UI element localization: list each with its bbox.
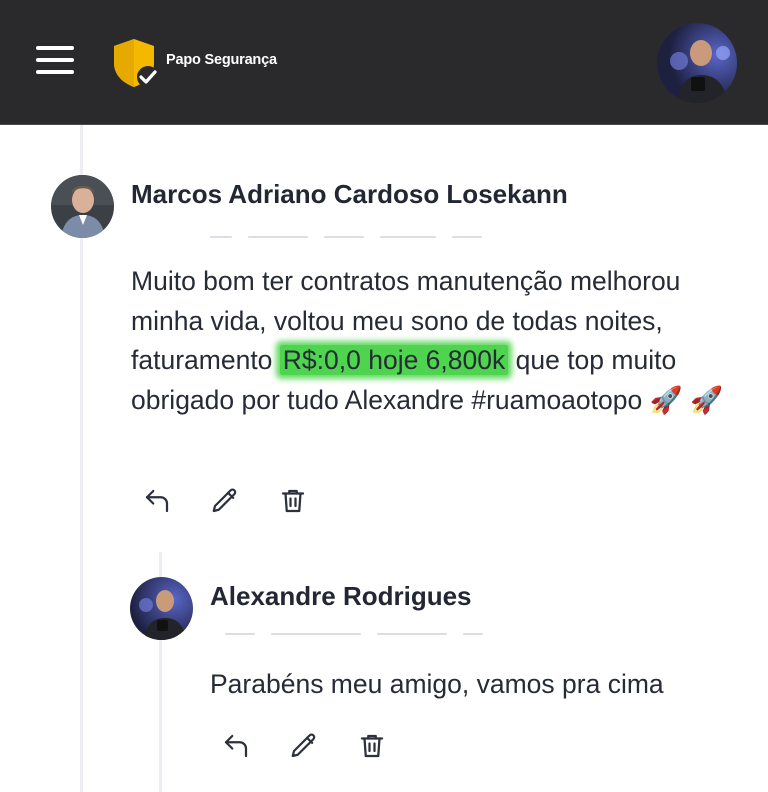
edit-pencil-icon[interactable] <box>205 481 245 521</box>
shield-check-icon <box>114 39 159 88</box>
comment-meta-blurred <box>210 234 482 240</box>
reply-meta-blurred <box>225 631 483 637</box>
reply-author[interactable]: Alexandre Rodrigues <box>210 581 472 612</box>
highlighted-amount: R$:0,0 hoje 6,800k <box>279 345 509 375</box>
hamburger-menu-icon[interactable] <box>36 44 74 76</box>
reply-icon[interactable] <box>216 726 256 766</box>
reply-avatar[interactable] <box>130 577 193 640</box>
delete-trash-icon[interactable] <box>352 726 392 766</box>
comment-author[interactable]: Marcos Adriano Cardoso Losekann <box>131 179 568 210</box>
user-avatar[interactable] <box>657 23 737 103</box>
commenter-avatar[interactable] <box>51 175 114 238</box>
brand-name: Papo Segurança <box>166 52 277 68</box>
reply-actions <box>216 726 420 766</box>
top-bar: Papo Segurança <box>0 0 768 125</box>
comment-actions <box>137 481 341 521</box>
comment-body: Muito bom ter contratos manutenção melho… <box>131 262 731 420</box>
brand-logo[interactable]: Papo Segurança <box>110 36 277 90</box>
delete-trash-icon[interactable] <box>273 481 313 521</box>
edit-pencil-icon[interactable] <box>284 726 324 766</box>
reply-body: Parabéns meu amigo, vamos pra cima <box>210 669 664 699</box>
reply-icon[interactable] <box>137 481 177 521</box>
